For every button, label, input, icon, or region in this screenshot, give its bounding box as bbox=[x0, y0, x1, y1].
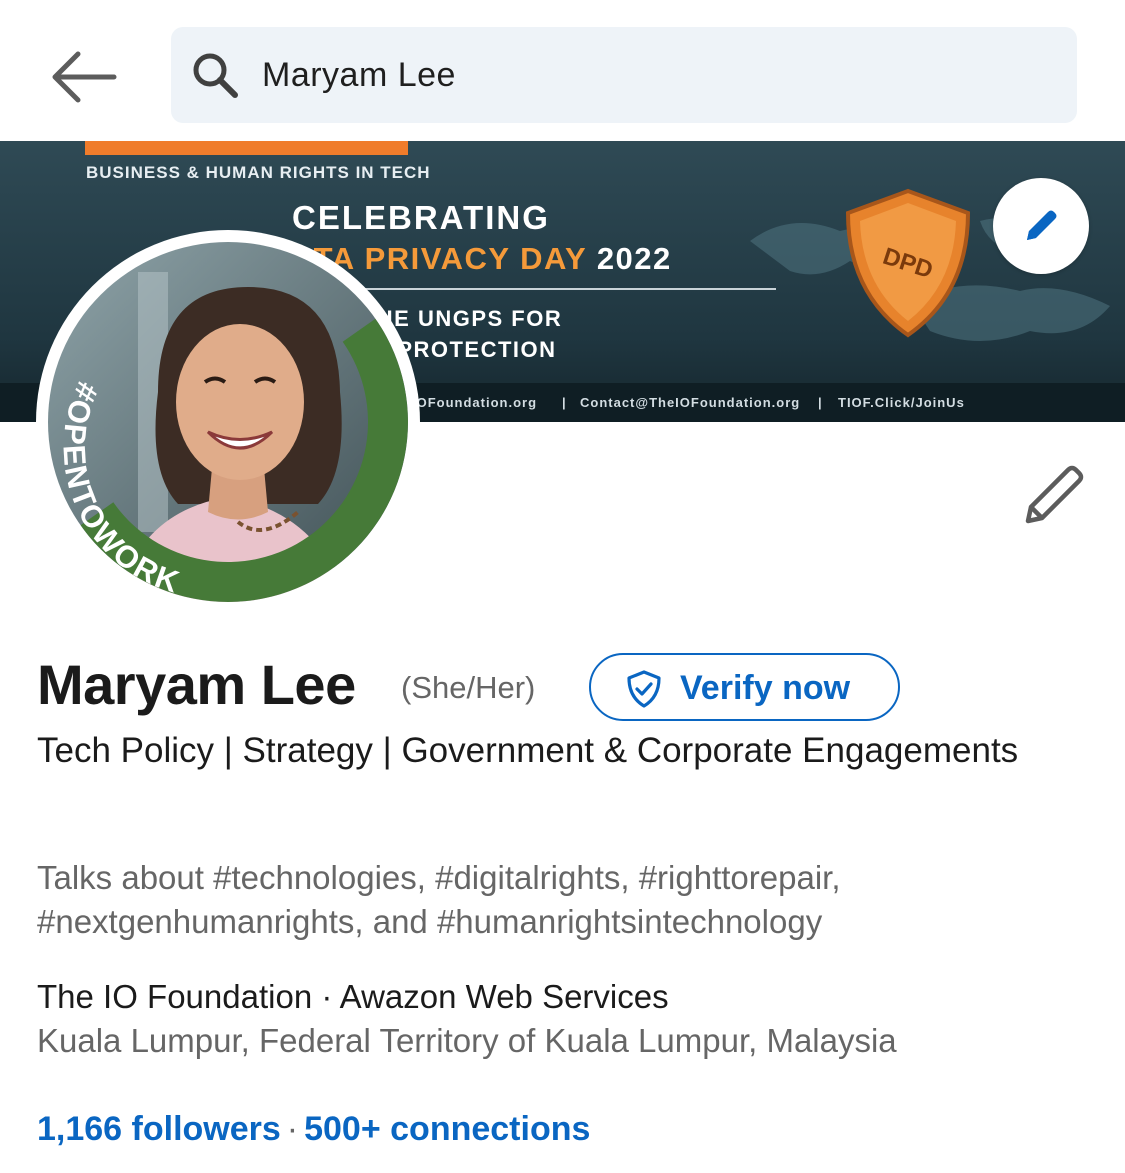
svg-text:#OPENTOWORK: #OPENTOWORK bbox=[56, 377, 185, 600]
open-to-work-frame: #OPENTOWORK bbox=[56, 377, 185, 600]
dpd-shield-icon: DPD bbox=[845, 188, 971, 338]
pencil-outline-icon bbox=[1025, 465, 1084, 524]
profile-pronouns: (She/Her) bbox=[401, 670, 536, 705]
edit-banner-button[interactable] bbox=[993, 178, 1089, 274]
profile-photo[interactable]: #OPENTOWORK bbox=[36, 230, 420, 614]
banner-supertitle: BUSINESS & HUMAN RIGHTS IN TECH bbox=[86, 163, 431, 182]
edit-profile-button[interactable] bbox=[1016, 461, 1090, 529]
banner-footer-sep: | bbox=[562, 395, 567, 410]
verify-now-button[interactable]: Verify now bbox=[589, 653, 900, 721]
pencil-icon bbox=[1027, 210, 1057, 240]
connections-link[interactable]: 500+ connections bbox=[304, 1110, 590, 1148]
banner-footer-join: TIOF.Click/JoinUs bbox=[838, 395, 965, 410]
banner-accent-bar bbox=[85, 141, 408, 155]
search-icon bbox=[189, 49, 243, 103]
profile-company[interactable]: The IO Foundation · Awazon Web Services bbox=[37, 978, 669, 1016]
followers-link[interactable]: 1,166 followers bbox=[37, 1110, 281, 1148]
profile-headline: Tech Policy | Strategy | Government & Co… bbox=[37, 731, 1019, 770]
profile-name: Maryam Lee bbox=[37, 653, 356, 716]
talks-about: Talks about #technologies, #digitalright… bbox=[37, 859, 841, 940]
banner-footer-email: Contact@TheIOFoundation.org bbox=[580, 395, 801, 410]
shield-check-icon bbox=[627, 670, 661, 708]
verify-now-label: Verify now bbox=[680, 669, 851, 707]
search-query-text: Maryam Lee bbox=[262, 56, 456, 94]
banner-footer-website: IOFoundation.org bbox=[412, 395, 538, 410]
back-arrow-icon[interactable] bbox=[44, 42, 124, 112]
network-stats: 1,166 followers · 500+ connections bbox=[37, 1110, 590, 1149]
banner-title-year: 2022 bbox=[596, 241, 672, 276]
search-input[interactable]: Maryam Lee bbox=[171, 27, 1077, 123]
profile-location: Kuala Lumpur, Federal Territory of Kuala… bbox=[37, 1022, 897, 1059]
stats-separator: · bbox=[286, 1110, 299, 1148]
banner-footer-sep: | bbox=[818, 395, 823, 410]
